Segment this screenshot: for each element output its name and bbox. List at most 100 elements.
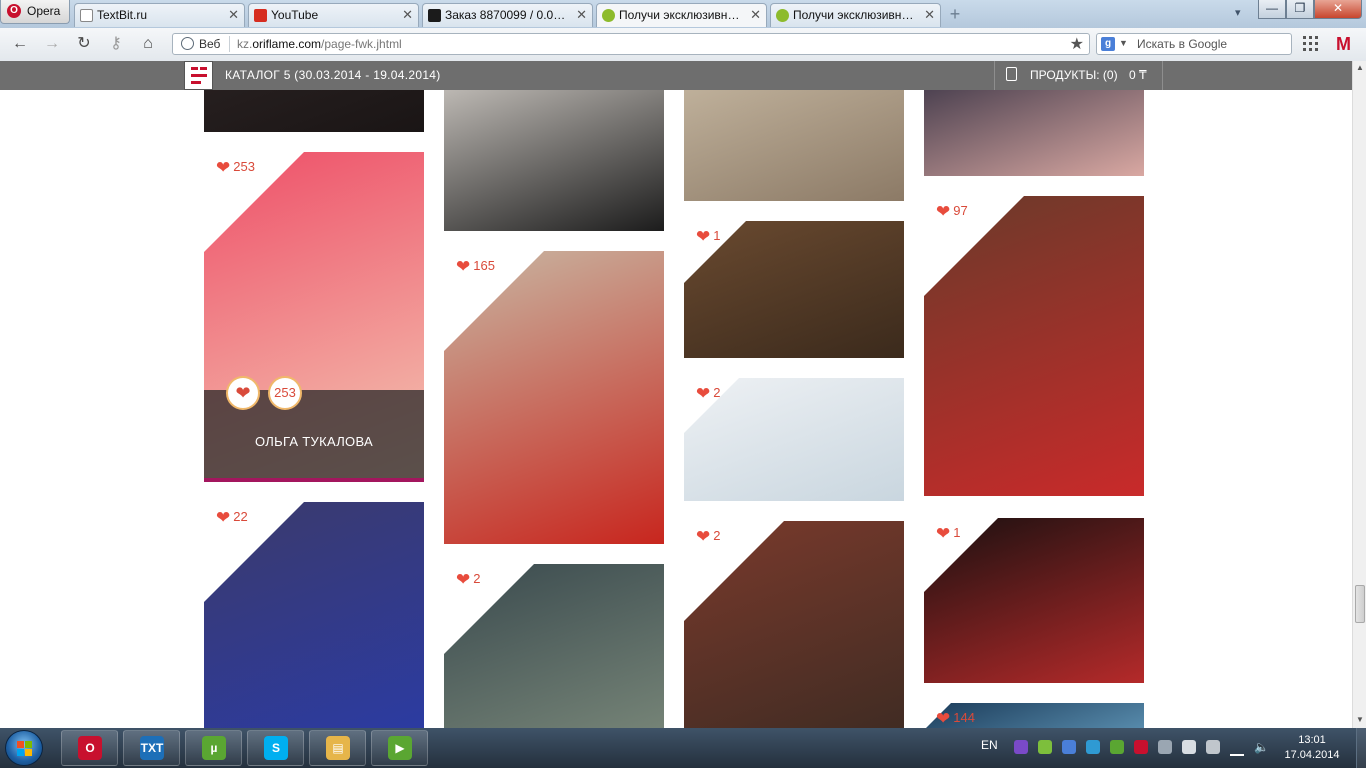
scrollbar-thumb[interactable] (1355, 585, 1365, 623)
network-disabled-tray-icon[interactable] (1134, 740, 1148, 754)
tray-app-icon[interactable] (1038, 740, 1052, 754)
gallery-photo-card[interactable]: ❤ 97 (924, 196, 1144, 496)
like-count: 97 (953, 203, 968, 218)
browser-tab-title: Получи эксклюзивно... (619, 8, 744, 22)
like-counter[interactable]: ❤ 165 (456, 257, 495, 277)
system-clock[interactable]: 13:01 17.04.2014 (1282, 733, 1342, 763)
catalog-title[interactable]: КАТАЛОГ 5 (30.03.2014 - 19.04.2014) (225, 68, 441, 82)
show-desktop-button[interactable] (1356, 728, 1366, 768)
address-bar[interactable]: Веб kz.oriflame.com/page-fwk.jhtml ★ (172, 33, 1090, 55)
browser-tab[interactable]: TextBit.ru ✕ (74, 3, 245, 27)
search-placeholder: Искать в Google (1137, 37, 1228, 51)
device-tray-icon[interactable] (1182, 740, 1196, 754)
cart-label[interactable]: ПРОДУКТЫ: (0) (1030, 68, 1118, 82)
like-counter[interactable]: ❤ 144 (936, 709, 975, 728)
maximize-button[interactable]: ❐ (1286, 0, 1314, 19)
tray-app-icon[interactable] (1086, 740, 1100, 754)
oriflame-icon (776, 9, 789, 22)
scroll-up-arrow-icon[interactable]: ▲ (1356, 63, 1364, 72)
gmail-icon[interactable]: M (1336, 34, 1351, 55)
gallery-photo-card[interactable]: ❤ 2 (684, 521, 904, 728)
language-indicator[interactable]: EN (981, 738, 998, 752)
tray-app-icon[interactable] (1062, 740, 1076, 754)
like-counter[interactable]: ❤ 2 (456, 570, 480, 590)
browser-tab[interactable]: Получи эксклюзивно... ✕ (770, 3, 941, 27)
opera-menu-button[interactable]: O Opera (0, 0, 70, 24)
like-counter[interactable]: ❤ 22 (216, 508, 248, 528)
like-count: 253 (233, 159, 255, 174)
close-tab-icon[interactable]: ✕ (576, 7, 587, 23)
taskbar-explorer-button[interactable]: ▤ (309, 730, 366, 766)
browser-tab[interactable]: YouTube ✕ (248, 3, 419, 27)
address-url[interactable]: kz.oriflame.com/page-fwk.jhtml (237, 37, 402, 51)
utorrent-tray-icon[interactable] (1110, 740, 1124, 754)
participant-name[interactable]: ОЛЬГА ТУКАЛОВА (204, 434, 424, 449)
like-counter[interactable]: ❤ 1 (696, 227, 720, 247)
like-counter[interactable]: ❤ 2 (696, 527, 720, 547)
close-tab-icon[interactable]: ✕ (750, 7, 761, 23)
taskbar-skype-button[interactable]: S (247, 730, 304, 766)
like-counter[interactable]: ❤ 97 (936, 202, 968, 222)
card-accent-bar (204, 478, 424, 482)
like-counter[interactable]: ❤ 1 (936, 524, 960, 544)
home-icon[interactable]: ⌂ (138, 35, 158, 53)
key-icon[interactable]: ⚷ (106, 35, 126, 53)
bookmark-star-icon[interactable]: ★ (1070, 34, 1084, 54)
minimize-button[interactable]: — (1258, 0, 1286, 19)
forward-arrow-icon[interactable]: → (42, 35, 62, 53)
gallery-photo-card[interactable]: ❤ 2 (684, 378, 904, 501)
gallery-photo-card[interactable]: ❤ 22 (204, 502, 424, 728)
viber-tray-icon[interactable] (1014, 740, 1028, 754)
close-tab-icon[interactable]: ✕ (402, 7, 413, 23)
catalog-logo-icon[interactable] (184, 61, 213, 90)
like-button[interactable]: ❤ (226, 376, 260, 410)
cart-total[interactable]: 0 ₸ (1129, 68, 1147, 82)
close-tab-icon[interactable]: ✕ (924, 7, 935, 23)
clock-date: 17.04.2014 (1284, 749, 1340, 761)
shopping-bag-icon[interactable] (1006, 67, 1017, 81)
signal-strength-icon[interactable] (1230, 740, 1244, 756)
gallery-photo-card[interactable] (444, 90, 664, 231)
media-icon: ▶ (388, 736, 412, 760)
gallery-photo-card[interactable]: ❤ 2 (444, 564, 664, 728)
close-tab-icon[interactable]: ✕ (228, 7, 239, 23)
like-counter[interactable]: ❤ 253 (216, 158, 255, 178)
gallery-photo-card[interactable] (924, 90, 1144, 176)
gallery-photo-card[interactable]: ❤ 165 (444, 251, 664, 544)
reload-icon[interactable]: ↻ (74, 35, 94, 53)
heart-icon: ❤ (936, 709, 951, 728)
browser-tab[interactable]: Получи эксклюзивно... ✕ (596, 3, 767, 27)
browser-tab-title: TextBit.ru (97, 8, 148, 22)
like-counter[interactable]: ❤ 2 (696, 384, 720, 404)
speed-dial-grid-icon[interactable] (1303, 36, 1318, 51)
gallery-photo-card[interactable] (204, 90, 424, 132)
google-icon[interactable]: g (1101, 37, 1115, 51)
taskbar-utorrent-button[interactable]: µ (185, 730, 242, 766)
scroll-down-arrow-icon[interactable]: ▼ (1356, 715, 1364, 724)
like-count: 1 (953, 525, 961, 540)
vertical-scrollbar[interactable]: ▲ ▼ (1352, 61, 1366, 728)
page-icon (80, 9, 93, 22)
gallery-photo-card[interactable]: ❤ 1 (684, 221, 904, 358)
volume-icon[interactable]: 🔈 (1254, 740, 1269, 754)
search-field[interactable]: g ▼ Искать в Google (1096, 33, 1292, 55)
gallery-photo-card[interactable]: ❤ 253 ❤ 253 ОЛЬГА ТУКАЛОВА (204, 152, 424, 482)
tab-list-chevron-icon[interactable]: ▾ (1235, 6, 1241, 19)
monitor-tray-icon[interactable] (1158, 740, 1172, 754)
taskbar-media-button[interactable]: ▶ (371, 730, 428, 766)
start-button[interactable] (5, 730, 43, 766)
gallery-photo-card[interactable]: ❤ 144 (924, 703, 1144, 728)
new-tab-plus-icon[interactable]: + (944, 4, 966, 24)
browser-tab[interactable]: Заказ 8870099 / 0.05 у... ✕ (422, 3, 593, 27)
flag-tray-icon[interactable] (1206, 740, 1220, 754)
featured-overlay: ❤ 253 ОЛЬГА ТУКАЛОВА (204, 376, 424, 478)
like-count: 2 (713, 385, 721, 400)
taskbar-txtru-button[interactable]: TXT (123, 730, 180, 766)
gallery-photo-card[interactable]: ❤ 1 (924, 518, 1144, 683)
taskbar-opera-button[interactable]: O (61, 730, 118, 766)
back-arrow-icon[interactable]: ← (10, 35, 30, 53)
close-window-button[interactable]: ✕ (1314, 0, 1362, 19)
search-engine-dropdown-icon[interactable]: ▼ (1119, 38, 1128, 48)
gallery-photo-card[interactable] (684, 90, 904, 201)
like-count-badge[interactable]: 253 (268, 376, 302, 410)
